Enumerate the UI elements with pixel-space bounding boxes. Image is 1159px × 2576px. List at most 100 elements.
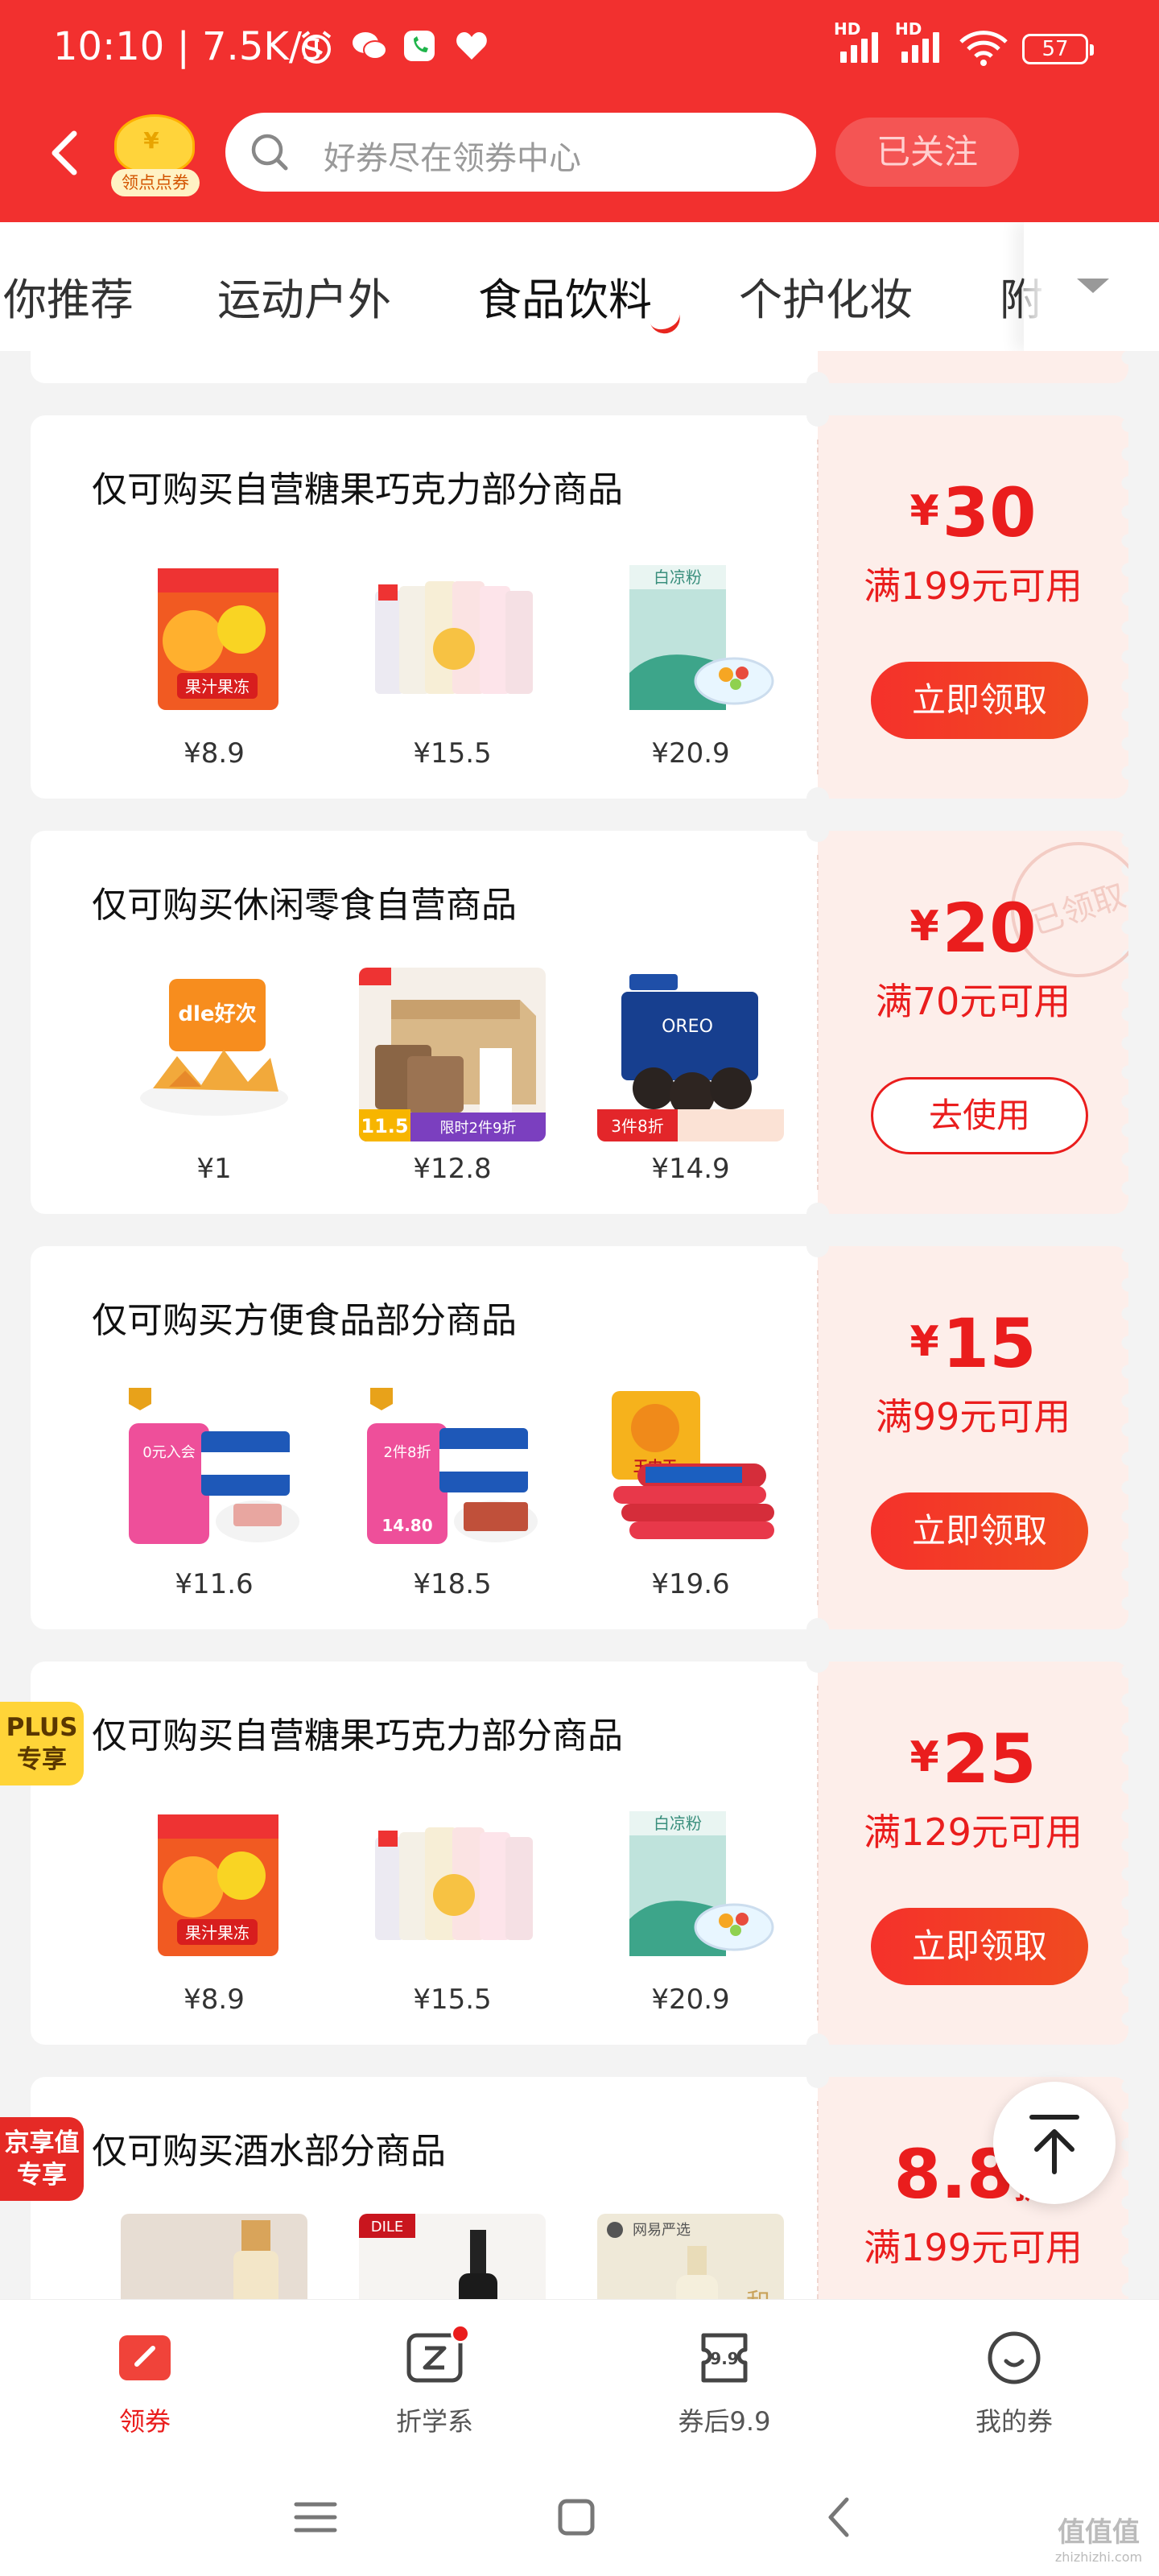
back-to-top-button[interactable] <box>993 2082 1116 2204</box>
canned-meat-2-image: 2件8折 14.80 <box>359 1383 546 1557</box>
coupon-amount: ¥30 <box>909 473 1037 552</box>
claim-coupon-button[interactable]: 立即领取 <box>871 1492 1088 1570</box>
product-item[interactable]: 网易严选和 <box>594 2214 787 2299</box>
use-coupon-button[interactable]: 去使用 <box>871 1077 1088 1154</box>
tab-food-drink[interactable]: 食品饮料 <box>478 264 652 328</box>
product-item[interactable]: 11.5 限时2件9折 ¥12.8 <box>356 968 549 1193</box>
previous-coupon-card <box>31 351 1128 394</box>
svg-text:限时2件9折: 限时2件9折 <box>440 1120 517 1137</box>
product-item[interactable]: 白凉粉 ¥20.9 <box>594 552 787 778</box>
product-price: ¥8.9 <box>184 1984 245 2016</box>
arrow-up-icon <box>1029 2115 1079 2174</box>
product-item[interactable]: 王中王 ¥19.6 <box>594 1383 787 1608</box>
battery-indicator: 57 <box>1022 34 1094 64</box>
top-header: 10:10 | 7.5K/s HD HD 57 ¥ 领点点券 好券尽在领券中心 … <box>0 0 1159 222</box>
svg-text:9.9: 9.9 <box>710 2349 738 2368</box>
product-item[interactable]: ¥15.5 <box>356 552 549 778</box>
nav-zhexuexi[interactable]: 折学系 <box>354 2324 515 2442</box>
heart-app-icon <box>454 29 489 64</box>
product-item[interactable]: OREO 3件8折 ¥14.9 <box>594 968 787 1193</box>
coupon-center-logo[interactable]: ¥ 领点点券 <box>111 111 200 200</box>
coupon-divider <box>817 1270 819 1605</box>
coupon-divider <box>817 440 819 774</box>
svg-text:白凉粉: 白凉粉 <box>654 568 702 587</box>
svg-text:OREO: OREO <box>662 1017 713 1037</box>
wechat-icon <box>351 29 388 64</box>
tab-recommend[interactable]: 你推荐 <box>3 264 134 328</box>
product-price: ¥15.5 <box>413 1984 492 2016</box>
coupon-title: 仅可购买自营糖果巧克力部分商品 <box>92 469 623 510</box>
jingxiang-exclusive-tag: 京享值 专享 <box>0 2117 84 2201</box>
expand-tabs-button[interactable] <box>1024 222 1159 351</box>
product-item[interactable]: 2件8折 14.80 ¥18.5 <box>356 1383 549 1608</box>
coupon-condition: 满199元可用 <box>864 2226 1083 2269</box>
category-tabs: 你推荐 运动户外 食品饮料 个护化妆 附 <box>0 222 1159 351</box>
claim-coupon-button[interactable]: 立即领取 <box>871 1908 1088 1985</box>
alarm-icon <box>298 29 335 64</box>
coupon-condition: 满129元可用 <box>864 1810 1083 1854</box>
back-button[interactable] <box>48 129 80 177</box>
coupon-condition: 满199元可用 <box>864 564 1083 608</box>
product-item[interactable] <box>118 2214 311 2299</box>
product-price: ¥15.5 <box>413 737 492 770</box>
status-time: 10:10 | 7.5K/s <box>53 24 323 69</box>
coupon-title: 仅可购买方便食品部分商品 <box>92 1300 517 1341</box>
coupon-divider <box>817 1686 819 2021</box>
nav-after-coupon-99[interactable]: 9.9 券后9.9 <box>644 2329 805 2442</box>
product-item[interactable]: dle好次 ¥1 <box>118 968 311 1193</box>
coupon-value-panel: ¥15 满99元可用 立即领取 <box>818 1246 1128 1629</box>
nav-zhexuexi-label: 折学系 <box>395 2406 473 2437</box>
nav-my-coupons[interactable]: 我的券 <box>934 2329 1095 2442</box>
status-bar: 10:10 | 7.5K/s HD HD 57 <box>0 0 1159 97</box>
svg-text:11.5: 11.5 <box>361 1115 408 1137</box>
coupon-card: 仅可购买方便食品部分商品 0元入会 ¥11.6 2件8折 14.80 ¥18.5 … <box>31 1235 1128 1641</box>
product-price: ¥18.5 <box>413 1568 492 1600</box>
nav-my-coupons-label: 我的券 <box>975 2406 1053 2437</box>
product-item[interactable]: 0元入会 ¥11.6 <box>118 1383 311 1608</box>
coupon-divider <box>817 855 819 1190</box>
coupon-title: 仅可购买自营糖果巧克力部分商品 <box>92 1715 623 1757</box>
nav-coupons[interactable]: 领券 <box>64 2329 225 2442</box>
search-input[interactable]: 好券尽在领券中心 <box>225 113 816 192</box>
canned-meat-image: 0元入会 <box>121 1383 307 1557</box>
coupon-amount: ¥15 <box>909 1304 1037 1383</box>
snack-chips-image: dle好次 <box>121 968 307 1141</box>
jelly-pouches-image <box>359 552 546 726</box>
svg-text:0元入会: 0元入会 <box>142 1444 195 1461</box>
tab-sports-outdoor[interactable]: 运动户外 <box>217 264 391 328</box>
yen-coin-icon: ¥ <box>143 127 159 154</box>
search-placeholder: 好券尽在领券中心 <box>324 140 581 177</box>
coupon-card: 仅可购买酒水部分商品 DILE 网易严选和 8.8折 满199元可用 京享值专享 <box>0 2066 1128 2299</box>
tab-personal-care[interactable]: 个护化妆 <box>739 264 913 328</box>
product-price: ¥1 <box>196 1153 232 1185</box>
claim-coupon-button[interactable]: 立即领取 <box>871 662 1088 739</box>
bottom-navigation: 领券 折学系 9.9 券后9.9 我的券 <box>0 2299 1159 2576</box>
svg-text:白凉粉: 白凉粉 <box>654 1814 702 1833</box>
menu-icon[interactable] <box>283 2485 348 2549</box>
coupon-value-panel: ¥25 满129元可用 立即领取 <box>818 1662 1128 2045</box>
follow-button[interactable]: 已关注 <box>835 118 1019 187</box>
svg-text:和: 和 <box>746 2289 770 2299</box>
product-item[interactable]: 果汁果冻 ¥8.9 <box>118 552 311 778</box>
home-icon[interactable] <box>544 2485 608 2549</box>
coupon-amount: ¥25 <box>909 1719 1037 1798</box>
product-item[interactable]: ¥15.5 <box>356 1798 549 2024</box>
wifi-icon <box>958 29 1009 66</box>
plus-exclusive-tag: PLUS 专享 <box>0 1702 84 1785</box>
svg-text:DILE: DILE <box>371 2219 404 2235</box>
search-icon <box>251 134 288 171</box>
coupon-value-panel: 已领取 ¥20 满70元可用 去使用 <box>818 831 1128 1214</box>
svg-text:果汁果冻: 果汁果冻 <box>185 677 250 696</box>
product-item[interactable]: DILE <box>356 2214 549 2299</box>
svg-text:3件8折: 3件8折 <box>611 1117 663 1136</box>
coupon-title: 仅可购买酒水部分商品 <box>92 2131 446 2172</box>
product-item[interactable]: 果汁果冻 ¥8.9 <box>118 1798 311 2024</box>
coupon-list: 仅可购买自营糖果巧克力部分商品 果汁果冻 ¥8.9 ¥15.5 白凉粉 ¥20.… <box>0 351 1159 2299</box>
oreo-image: OREO 3件8折 <box>597 968 784 1141</box>
product-price: ¥11.6 <box>175 1568 254 1600</box>
product-item[interactable]: 白凉粉 ¥20.9 <box>594 1798 787 2024</box>
active-tab-indicator <box>647 304 684 338</box>
coupon-amount: ¥20 <box>909 889 1037 968</box>
back-icon[interactable] <box>808 2485 872 2549</box>
candy-bag-image: 果汁果冻 <box>121 1798 307 1972</box>
